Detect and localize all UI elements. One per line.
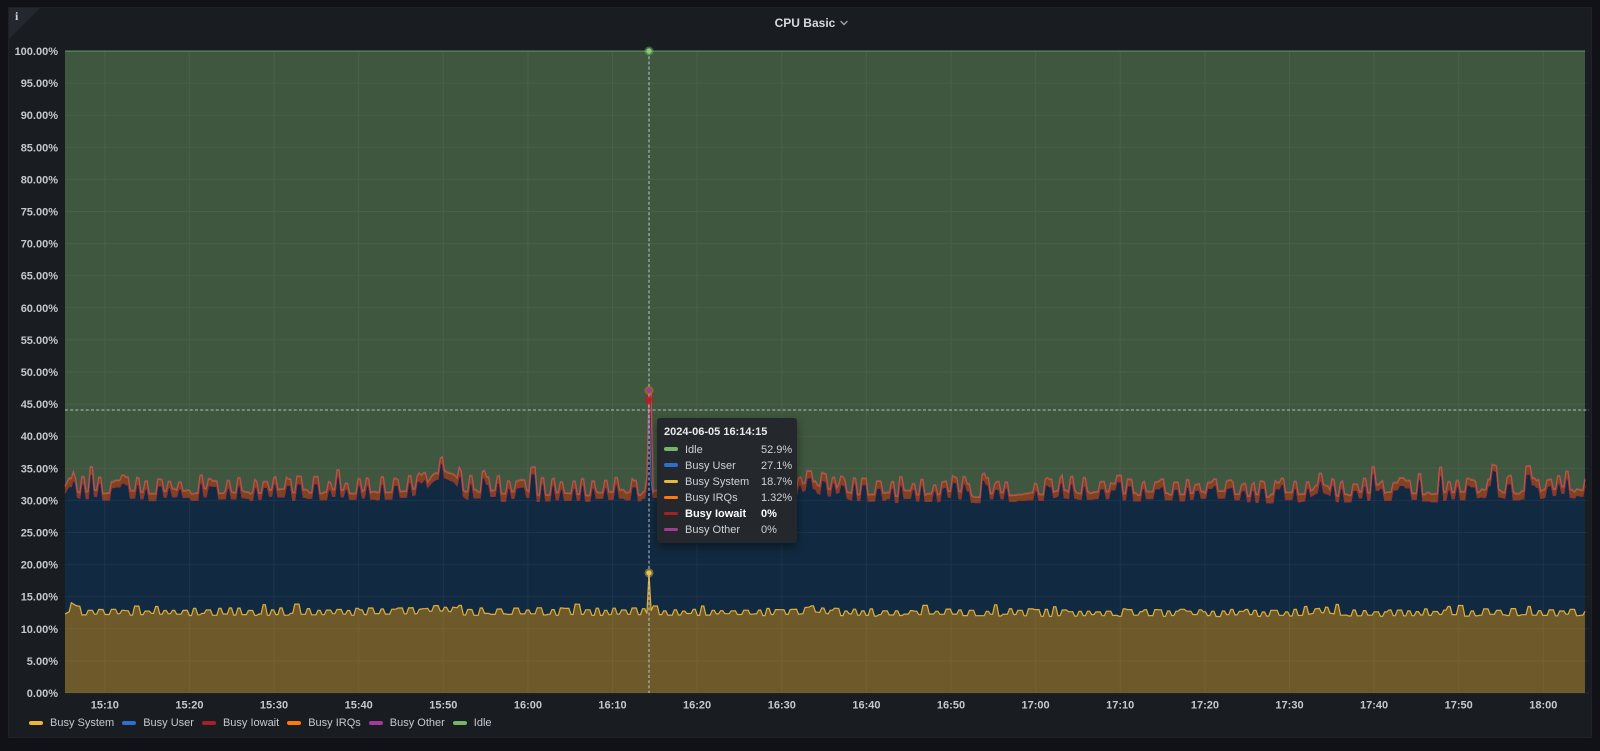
svg-text:40.00%: 40.00%: [21, 431, 59, 443]
svg-text:17:00: 17:00: [1022, 700, 1050, 712]
svg-text:50.00%: 50.00%: [21, 367, 59, 379]
svg-text:100.00%: 100.00%: [15, 46, 59, 58]
svg-text:60.00%: 60.00%: [21, 303, 59, 315]
svg-text:16:50: 16:50: [937, 700, 965, 712]
svg-text:17:50: 17:50: [1445, 700, 1473, 712]
svg-text:65.00%: 65.00%: [21, 271, 59, 283]
svg-text:18:00: 18:00: [1529, 700, 1557, 712]
svg-text:30.00%: 30.00%: [21, 495, 59, 507]
svg-text:55.00%: 55.00%: [21, 335, 59, 347]
svg-text:5.00%: 5.00%: [27, 656, 58, 668]
svg-text:17:10: 17:10: [1106, 700, 1134, 712]
svg-text:16:40: 16:40: [852, 700, 880, 712]
svg-text:15:10: 15:10: [91, 700, 119, 712]
svg-text:15:40: 15:40: [345, 700, 373, 712]
svg-text:35.00%: 35.00%: [21, 463, 59, 475]
svg-text:15:30: 15:30: [260, 700, 288, 712]
svg-text:80.00%: 80.00%: [21, 174, 59, 186]
svg-text:10.00%: 10.00%: [21, 624, 59, 636]
svg-text:17:20: 17:20: [1191, 700, 1219, 712]
svg-text:15:20: 15:20: [175, 700, 203, 712]
svg-text:16:00: 16:00: [514, 700, 542, 712]
svg-text:15.00%: 15.00%: [21, 592, 59, 604]
svg-text:25.00%: 25.00%: [21, 528, 59, 540]
svg-text:16:20: 16:20: [683, 700, 711, 712]
svg-text:17:30: 17:30: [1275, 700, 1303, 712]
svg-text:20.00%: 20.00%: [21, 560, 59, 572]
svg-text:16:10: 16:10: [598, 700, 626, 712]
svg-text:90.00%: 90.00%: [21, 110, 59, 122]
svg-text:85.00%: 85.00%: [21, 142, 59, 154]
svg-text:70.00%: 70.00%: [21, 239, 59, 251]
svg-text:75.00%: 75.00%: [21, 207, 59, 219]
svg-text:16:30: 16:30: [768, 700, 796, 712]
svg-text:0.00%: 0.00%: [27, 688, 58, 700]
svg-text:17:40: 17:40: [1360, 700, 1388, 712]
svg-text:45.00%: 45.00%: [21, 399, 59, 411]
svg-text:95.00%: 95.00%: [21, 78, 59, 90]
svg-text:15:50: 15:50: [429, 700, 457, 712]
